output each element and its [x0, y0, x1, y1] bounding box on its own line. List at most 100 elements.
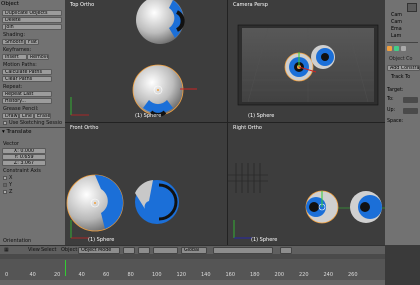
constraint-y-checkbox[interactable] [3, 183, 7, 187]
grease-line-button[interactable]: Line [19, 113, 34, 119]
timeline-tick-label: 60 [103, 272, 110, 278]
timeline-tick-label: 120 [176, 272, 187, 278]
timeline-tick-label: 180 [250, 272, 260, 278]
outliner-item-camera-2[interactable]: Cam [391, 20, 402, 25]
repeat-label: Repeat: [3, 84, 23, 90]
up-axis-selector[interactable] [403, 108, 418, 114]
object-panel-header[interactable]: Object [1, 1, 19, 7]
track-to-constraint[interactable]: Track To [391, 75, 410, 80]
space-label: Space: [387, 119, 404, 124]
grease-erase-button[interactable]: Erase [34, 113, 51, 119]
eye-sphere-upper[interactable] [136, 0, 185, 44]
timeline-tick-label: 140 [201, 272, 211, 278]
use-sketching-checkbox[interactable] [3, 121, 7, 125]
duplicate-objects-button[interactable]: Duplicate Objects [2, 10, 62, 16]
snap-toggle[interactable] [280, 247, 292, 254]
repeat-last-button[interactable]: Repeat Last [2, 91, 52, 97]
constraint-axis-label: Constraint Axis [3, 168, 41, 174]
keyframes-insert-button[interactable]: Insert [2, 54, 27, 60]
shading-label: Shading: [3, 32, 25, 38]
panel-divider [0, 127, 65, 128]
constraint-x-checkbox[interactable] [3, 176, 7, 180]
eye-sphere-right[interactable] [311, 45, 335, 69]
keyframes-remove-button[interactable]: Remove [27, 54, 49, 60]
target-label: Target: [387, 88, 404, 93]
timeline-tick-label: 200 [274, 272, 285, 278]
outliner-item-camera[interactable]: Cam [391, 13, 402, 18]
panel-toggle-button[interactable] [407, 3, 417, 12]
properties-panel: Cam Cam Ema Lam Object Co Add Constrain … [385, 0, 420, 245]
timeline-tick-label: 160 [225, 272, 236, 278]
top-ortho-viewport[interactable]: Top Ortho (1) Sphere [65, 0, 227, 122]
camera-persp-viewport[interactable]: Camera Persp (1) Sphere [227, 0, 385, 122]
outliner-item-lamp[interactable]: Lam [391, 34, 401, 39]
constraint-x-label: X [9, 175, 13, 181]
timeline-tick-label: 260 [348, 272, 358, 278]
right-ortho-viewport[interactable]: Right Ortho (1) Sphere [227, 122, 385, 245]
timeline-tick-label: 20 [54, 272, 61, 278]
camera-grid [228, 163, 268, 193]
shading-dropdown[interactable] [123, 247, 135, 254]
pivot-dropdown[interactable] [138, 247, 150, 254]
use-sketching-label: Use Sketching Sessio [9, 120, 63, 126]
translate-title: Translate [6, 129, 32, 135]
timeline-tick-label: 220 [299, 272, 309, 278]
eye-sphere-selected[interactable] [132, 64, 184, 117]
to-axis-selector[interactable] [403, 97, 418, 103]
timeline-tick-label: 80 [127, 272, 134, 278]
layer-buttons[interactable] [213, 247, 273, 254]
timeline-editor[interactable]: 0 40 20 40 60 80 100 120 140 160 180 200 220 240 260 [0, 254, 385, 285]
view-menu[interactable]: View [28, 247, 40, 254]
eye-sphere-front-left[interactable] [66, 174, 124, 232]
timeline-tick-label: 40 [29, 272, 36, 278]
editor-type-icon[interactable]: ▦ [4, 247, 9, 254]
vector-z-field[interactable]: Z: 3.067 [2, 160, 46, 166]
orientation-label: Orientation [3, 238, 32, 244]
right-view-scene [228, 163, 385, 239]
grease-pencil-label: Grease Pencil: [3, 106, 39, 112]
grease-draw-button[interactable]: Draw [2, 113, 19, 119]
shading-flat-button[interactable]: Flat [25, 39, 39, 45]
orientation-dropdown[interactable]: Global [181, 247, 207, 254]
constraint-z-checkbox[interactable] [3, 190, 7, 194]
history-button[interactable]: History... [2, 98, 52, 104]
up-label: Up: [387, 108, 396, 113]
active-object-label: (1) Sphere [251, 237, 278, 243]
timeline-tick-label: 0 [5, 272, 9, 278]
blender-window: Object Duplicate Objects Delete Join Sha… [0, 0, 420, 285]
active-object-label: (1) Sphere [135, 113, 162, 119]
vector-label: Vector [3, 141, 19, 147]
timeline-tick-label: 240 [323, 272, 334, 278]
translate-header[interactable]: ▾ Translate [2, 129, 32, 135]
constraint-tab-icon[interactable] [394, 46, 399, 51]
motion-paths-label: Motion Paths: [3, 62, 37, 68]
front-ortho-viewport[interactable]: Front Ortho (1) Sphere [65, 122, 227, 245]
mode-dropdown[interactable]: Object Mode [78, 247, 120, 254]
object-menu[interactable]: Object [61, 247, 77, 254]
eye-sphere-right-view-right[interactable] [350, 191, 382, 223]
constraint-z-label: Z [9, 189, 13, 195]
front-view-scene [66, 174, 179, 239]
camera-view-scene [237, 24, 379, 106]
select-menu[interactable]: Select [41, 247, 56, 254]
eye-sphere-front-right[interactable] [135, 180, 179, 224]
add-constraint-button[interactable]: Add Constrain [387, 65, 420, 71]
modifier-tab-icon[interactable] [401, 46, 406, 51]
to-label: To: [387, 97, 394, 102]
delete-button[interactable]: Delete [2, 17, 62, 23]
tool-shelf-panel: Object Duplicate Objects Delete Join Sha… [0, 0, 65, 245]
shading-smooth-button[interactable]: Smooth [2, 39, 25, 45]
constraint-y-label: Y [9, 182, 13, 188]
outliner-item-empty[interactable]: Ema [391, 27, 402, 32]
calculate-paths-button[interactable]: Calculate Paths [2, 69, 52, 75]
object-constraints-tab[interactable]: Object Co [389, 57, 412, 62]
manipulator-buttons[interactable] [153, 247, 178, 254]
clear-paths-button[interactable]: Clear Paths [2, 76, 52, 82]
active-object-label: (1) Sphere [248, 113, 275, 119]
top-view-scene [70, 0, 197, 117]
object-tab-icon[interactable] [387, 46, 392, 51]
current-frame-marker[interactable] [65, 260, 66, 276]
timeline-tick-label: 40 [78, 272, 85, 278]
join-button[interactable]: Join [2, 24, 62, 30]
keyframes-label: Keyframes: [3, 47, 32, 53]
